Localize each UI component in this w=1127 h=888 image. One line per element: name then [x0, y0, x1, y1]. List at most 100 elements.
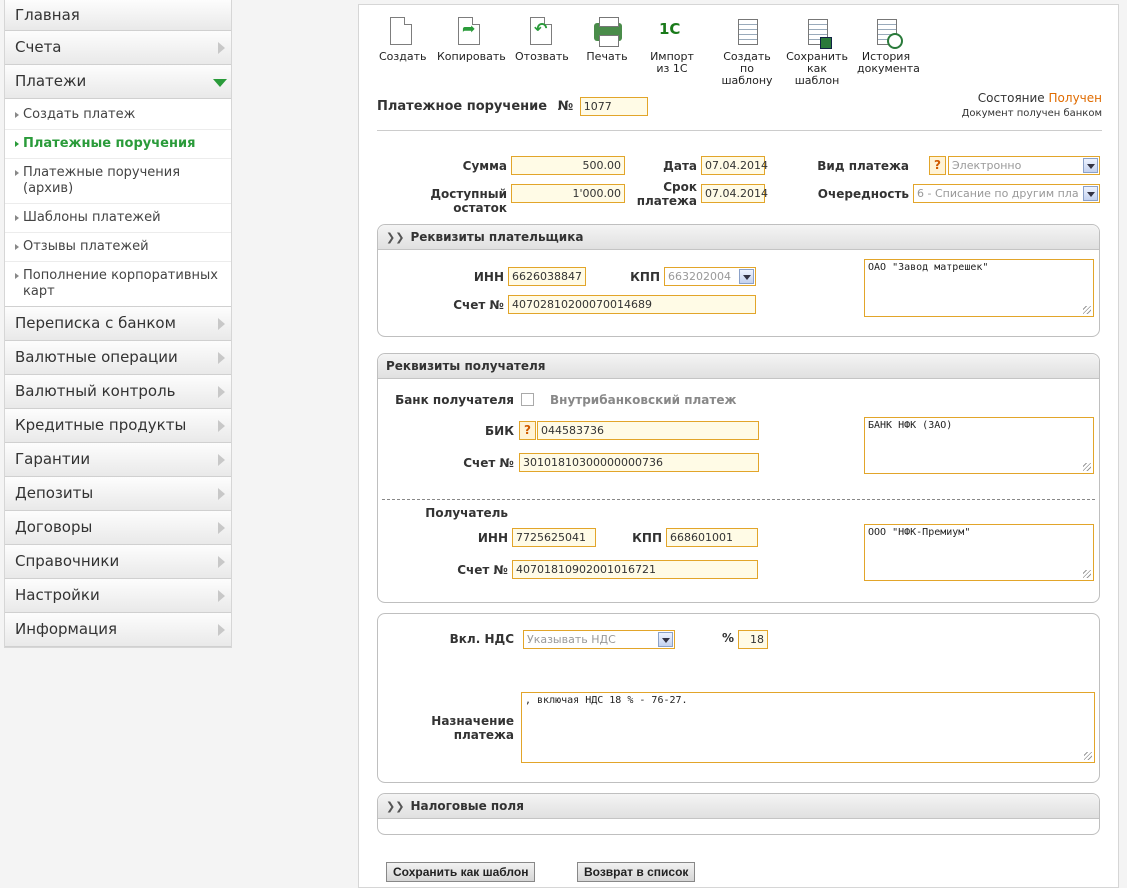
payee-account-label: Счет №: [457, 563, 508, 577]
payer-section: ❯❯ Реквизиты плательщика ИНН 6626038847 К…: [377, 224, 1100, 337]
sub-create-payment[interactable]: Создать платеж: [5, 101, 231, 130]
payee-kpp-input[interactable]: 668601001: [666, 528, 758, 547]
payments-submenu: Создать платеж Платежные поручения Плате…: [5, 99, 231, 307]
nav-guarantees[interactable]: Гарантии: [5, 443, 231, 477]
bank-account-input[interactable]: 30101810300000000736: [519, 453, 759, 472]
vat-percent-label: %: [721, 631, 734, 645]
nav-accounts[interactable]: Счета: [5, 31, 231, 65]
bik-input[interactable]: 044583736: [537, 421, 759, 440]
copy-label: Копировать: [437, 50, 506, 63]
payer-section-header[interactable]: ❯❯ Реквизиты плательщика: [378, 225, 1099, 250]
intrabank-label: Внутрибанковский платеж: [550, 393, 737, 407]
payee-inn-label: ИНН: [477, 531, 508, 545]
history-label-2: документа: [857, 62, 920, 75]
payee-name-textarea[interactable]: ООО "НФК-Премиум": [864, 524, 1094, 581]
date-input[interactable]: 07.04.2014: [701, 156, 768, 175]
nav-settings[interactable]: Настройки: [5, 579, 231, 613]
chevron-right-icon: [218, 386, 225, 398]
section-divider: [382, 499, 1095, 500]
sub-payment-orders-archive[interactable]: Платежные поручения (архив): [5, 159, 231, 204]
payer-name-textarea[interactable]: ОАО "Завод матрешек": [864, 259, 1094, 317]
sub-payment-recalls[interactable]: Отзывы платежей: [5, 233, 231, 262]
bank-name-textarea[interactable]: БАНК НФК (ЗАО): [864, 417, 1094, 474]
nav-currency-control[interactable]: Валютный контроль: [5, 375, 231, 409]
create-from-template-button[interactable]: Создать по шаблону: [715, 17, 779, 87]
payer-account-input[interactable]: 40702810200070014689: [508, 295, 756, 314]
dropdown-arrow-icon: [1083, 158, 1098, 173]
payment-type-select[interactable]: Электронно: [948, 156, 1100, 175]
nav-label: Счета: [15, 38, 62, 56]
receiver-bank-label: Банк получателя: [395, 393, 514, 407]
collapse-icon: ❯❯: [386, 800, 405, 813]
help-icon[interactable]: ?: [929, 156, 946, 175]
nav-directories[interactable]: Справочники: [5, 545, 231, 579]
payment-type-value: Электронно: [952, 159, 1022, 172]
priority-select[interactable]: 6 - Списание по другим пла: [913, 184, 1100, 203]
chevron-right-icon: [218, 624, 225, 636]
priority-value: 6 - Списание по другим пла: [917, 187, 1079, 200]
purpose-label: Назначение платежа: [408, 714, 514, 742]
chevron-right-icon: [218, 488, 225, 500]
import-1c-button[interactable]: 1С Импорт из 1С: [649, 17, 695, 75]
back-to-list-button[interactable]: Возврат в список: [577, 862, 696, 882]
copy-button[interactable]: ➦ Копировать: [437, 17, 506, 63]
receiver-section-header[interactable]: Реквизиты получателя: [378, 354, 1099, 379]
save-as-template-submit-button[interactable]: Сохранить как шаблон: [386, 862, 536, 882]
term-label-1: Срок: [663, 180, 697, 194]
nav-deposits[interactable]: Депозиты: [5, 477, 231, 511]
save-as-template-button[interactable]: Сохранить как шаблон: [785, 17, 849, 87]
term-label: Срок платежа: [629, 180, 697, 208]
resize-grip-icon[interactable]: [1084, 752, 1092, 760]
print-button[interactable]: Печать: [585, 17, 629, 63]
tax-header-label: Налоговые поля: [410, 799, 524, 813]
resize-grip-icon[interactable]: [1083, 463, 1091, 471]
nav-info[interactable]: Информация: [5, 613, 231, 647]
nav-main[interactable]: Главная: [5, 0, 231, 31]
help-icon[interactable]: ?: [519, 421, 536, 440]
nav-label: Справочники: [15, 552, 120, 570]
term-input[interactable]: 07.04.2014: [701, 184, 768, 203]
purpose-textarea[interactable]: , включая НДС 18 % - 76-27.: [521, 692, 1095, 763]
sum-input[interactable]: 500.00: [511, 156, 625, 175]
sub-payment-templates[interactable]: Шаблоны платежей: [5, 204, 231, 233]
revoke-button[interactable]: ↶ Отозвать: [515, 17, 569, 63]
nav-correspondence[interactable]: Переписка с банком: [5, 307, 231, 341]
nav-label: Главная: [15, 6, 80, 24]
payee-label: Получатель: [425, 506, 508, 520]
resize-grip-icon[interactable]: [1083, 306, 1091, 314]
sum-label: Сумма: [462, 159, 507, 173]
payer-kpp-select[interactable]: 663202004: [664, 267, 756, 286]
copy-document-icon: ➦: [456, 17, 482, 47]
vat-percent-input[interactable]: 18: [738, 630, 768, 649]
payee-inn-input[interactable]: 7725625041: [512, 528, 596, 547]
balance-label: Доступный остаток: [430, 187, 507, 215]
chevron-right-icon: [218, 454, 225, 466]
payee-kpp-label: КПП: [632, 531, 662, 545]
purpose-label-2: платежа: [453, 728, 514, 742]
receiver-header-label: Реквизиты получателя: [386, 359, 546, 373]
save-template-icon: [804, 17, 832, 49]
vat-mode-select[interactable]: Указывать НДС: [523, 630, 675, 649]
document-state: Состояние Получен Документ получен банко…: [962, 91, 1102, 119]
create-button[interactable]: Создать: [379, 17, 427, 63]
doc-number-input[interactable]: 1077: [579, 97, 648, 116]
chevron-right-icon: [218, 352, 225, 364]
sub-card-topup[interactable]: Пополнение корпоративных карт: [5, 262, 231, 306]
nav-label: Гарантии: [15, 450, 91, 468]
dropdown-arrow-icon: [1083, 186, 1098, 201]
payer-kpp-label: КПП: [630, 270, 660, 284]
nav-contracts[interactable]: Договоры: [5, 511, 231, 545]
sub-payment-orders[interactable]: Платежные поручения: [5, 130, 231, 159]
tax-section-header[interactable]: ❯❯ Налоговые поля: [378, 794, 1099, 819]
nav-credit[interactable]: Кредитные продукты: [5, 409, 231, 443]
receiver-section: Реквизиты получателя Банк получателя Вну…: [377, 353, 1100, 603]
payee-account-input[interactable]: 40701810902001016721: [512, 560, 758, 579]
nav-currency-ops[interactable]: Валютные операции: [5, 341, 231, 375]
payer-inn-input[interactable]: 6626038847: [508, 267, 586, 286]
status-badge: Получен: [1048, 91, 1102, 105]
divider: [377, 130, 1102, 131]
nav-payments[interactable]: Платежи: [5, 65, 231, 99]
document-history-button[interactable]: История документа: [857, 17, 920, 75]
intrabank-checkbox[interactable]: [521, 392, 534, 406]
resize-grip-icon[interactable]: [1083, 570, 1091, 578]
